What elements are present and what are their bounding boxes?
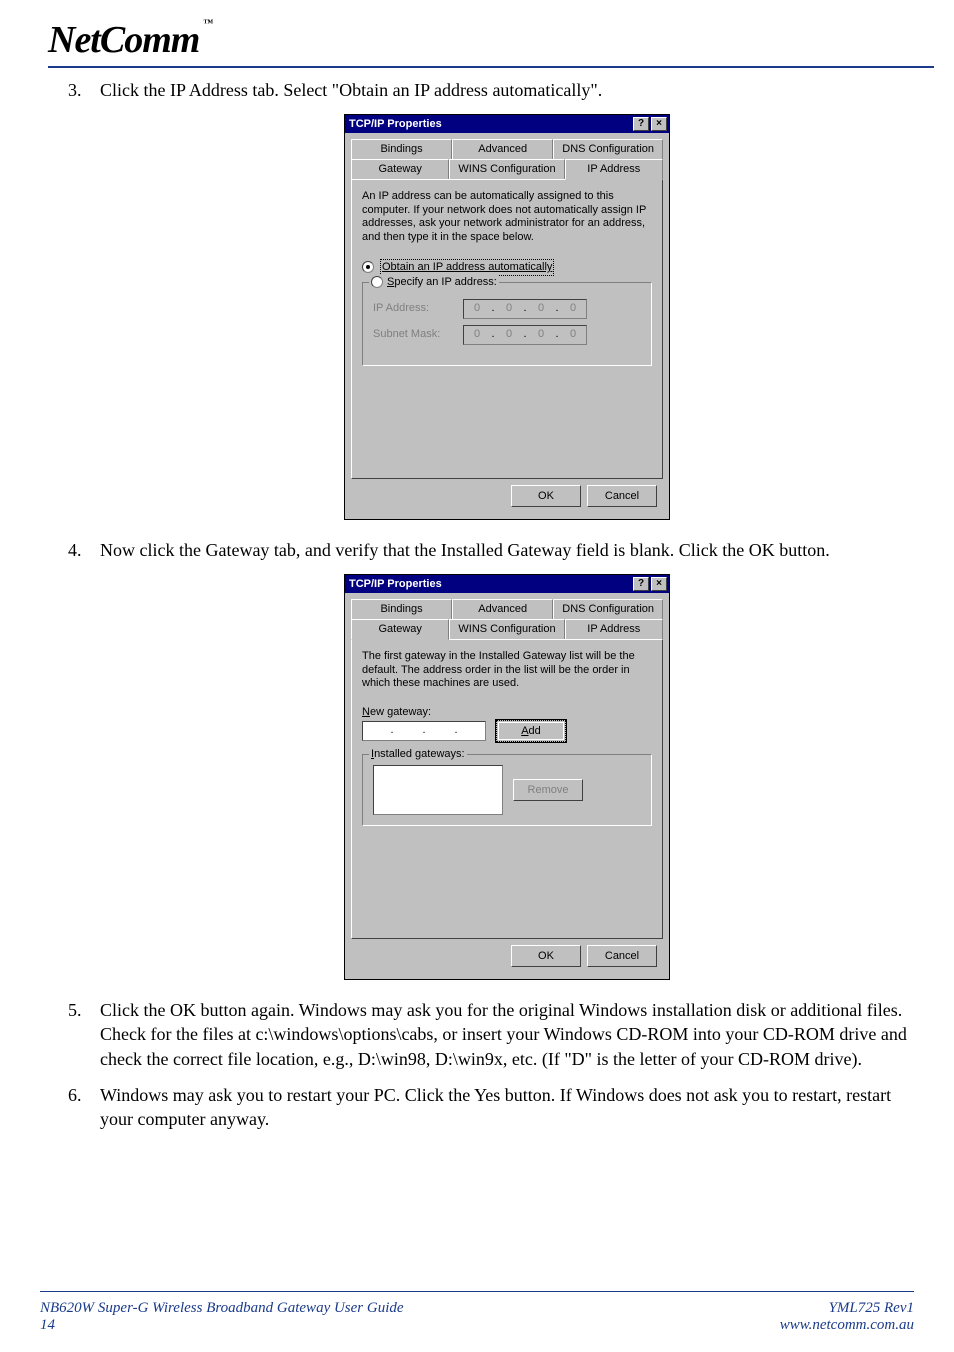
step-5: 5. Click the OK button again. Windows ma…: [100, 998, 914, 1071]
subnet-mask-row: Subnet Mask: 0. 0. 0. 0: [373, 325, 641, 345]
ip-seg[interactable]: [363, 722, 389, 740]
brand-logo: NetComm ™: [48, 18, 212, 62]
tab-ipaddress[interactable]: IP Address: [565, 619, 663, 640]
help-icon[interactable]: ?: [633, 577, 649, 591]
new-gateway-input[interactable]: . . .: [362, 721, 486, 741]
new-gateway-label: New gateway:New gateway:: [362, 705, 652, 720]
header-rule: [48, 66, 934, 68]
installed-gateways-label: Installed gateways:Installed gateways:: [369, 747, 467, 762]
titlebar-buttons: ? ×: [633, 117, 667, 131]
close-icon[interactable]: ×: [651, 117, 667, 131]
step-5-text: Click the OK button again. Windows may a…: [100, 998, 914, 1071]
ip-seg: 0: [464, 326, 490, 344]
content: 3. Click the IP Address tab. Select "Obt…: [0, 78, 954, 1131]
footer-doc-rev: YML725 Rev1: [780, 1300, 914, 1317]
tab-panel-ipaddress: An IP address can be automatically assig…: [351, 179, 663, 479]
radio-specify-ip[interactable]: Specify an IP address: Specify an IP add…: [369, 275, 499, 290]
ok-button[interactable]: OK: [511, 945, 581, 967]
radio-specify-ip-label: Specify an IP address:: [387, 275, 497, 290]
footer-url: www.netcomm.com.au: [780, 1317, 914, 1334]
specify-ip-group: Specify an IP address: Specify an IP add…: [362, 282, 652, 366]
footer-rule: [40, 1291, 914, 1292]
radio-obtain-auto[interactable]: Obtain an IP address automatically: [362, 259, 652, 276]
tab-ipaddress[interactable]: IP Address: [565, 159, 663, 180]
cancel-button[interactable]: Cancel: [587, 485, 657, 507]
ip-seg: 0: [496, 300, 522, 318]
tab-wins[interactable]: WINS Configuration: [449, 619, 564, 640]
installed-gateways-group: Installed gateways:Installed gateways: R…: [362, 754, 652, 826]
tcpip-dialog-gateway: TCP/IP Properties ? × Bindings Advanced …: [344, 574, 670, 980]
ip-seg[interactable]: [427, 722, 453, 740]
step-3-text: Click the IP Address tab. Select "Obtain…: [100, 78, 914, 102]
titlebar-title: TCP/IP Properties: [349, 577, 442, 592]
ip-seg: 0: [560, 300, 586, 318]
tab-advanced[interactable]: Advanced: [452, 599, 553, 619]
step-5-number: 5.: [68, 998, 82, 1022]
ip-seg: 0: [528, 326, 554, 344]
ip-seg[interactable]: [459, 722, 485, 740]
ok-button[interactable]: OK: [511, 485, 581, 507]
dialog-button-row: OK Cancel: [351, 479, 663, 513]
tab-panel-gateway: The first gateway in the Installed Gatew…: [351, 639, 663, 939]
tab-bindings[interactable]: Bindings: [351, 139, 452, 159]
trademark: ™: [203, 18, 212, 29]
tab-dns[interactable]: DNS Configuration: [553, 599, 663, 619]
add-button[interactable]: AddAdd: [496, 720, 566, 742]
titlebar-title: TCP/IP Properties: [349, 117, 442, 132]
header: NetComm ™: [0, 0, 954, 62]
titlebar[interactable]: TCP/IP Properties ? ×: [345, 575, 669, 593]
brand-logo-text: NetComm: [48, 19, 199, 61]
ip-seg: 0: [560, 326, 586, 344]
step-6: 6. Windows may ask you to restart your P…: [100, 1083, 914, 1132]
step-6-number: 6.: [68, 1083, 82, 1107]
step-4-number: 4.: [68, 538, 82, 562]
tab-wins[interactable]: WINS Configuration: [449, 159, 564, 180]
titlebar[interactable]: TCP/IP Properties ? ×: [345, 115, 669, 133]
step-4: 4. Now click the Gateway tab, and verify…: [100, 538, 914, 562]
radio-obtain-auto-label: Obtain an IP address automatically: [380, 259, 554, 276]
footer-right: YML725 Rev1 www.netcomm.com.au: [780, 1300, 914, 1334]
tab-bindings[interactable]: Bindings: [351, 599, 452, 619]
tab-strip: Bindings Advanced DNS Configuration Gate…: [351, 599, 663, 640]
ip-seg: 0: [528, 300, 554, 318]
tab-dns[interactable]: DNS Configuration: [553, 139, 663, 159]
dialog-body: Bindings Advanced DNS Configuration Gate…: [345, 593, 669, 979]
installed-gateways-list[interactable]: [373, 765, 503, 815]
tcpip-dialog-ipaddress: TCP/IP Properties ? × Bindings Advanced …: [344, 114, 670, 520]
tab-gateway[interactable]: Gateway: [351, 619, 449, 640]
footer: NB620W Super-G Wireless Broadband Gatewa…: [40, 1300, 914, 1334]
ip-seg[interactable]: [395, 722, 421, 740]
tab-gateway[interactable]: Gateway: [351, 159, 449, 180]
page-number: 14: [40, 1317, 404, 1334]
help-icon[interactable]: ?: [633, 117, 649, 131]
remove-button: Remove: [513, 779, 583, 801]
gateway-description: The first gateway in the Installed Gatew…: [362, 650, 652, 691]
tab-strip: Bindings Advanced DNS Configuration Gate…: [351, 139, 663, 180]
ipaddress-description: An IP address can be automatically assig…: [362, 190, 652, 245]
step-4-text: Now click the Gateway tab, and verify th…: [100, 538, 914, 562]
dialog-button-row: OK Cancel: [351, 939, 663, 973]
cancel-button[interactable]: Cancel: [587, 945, 657, 967]
ip-address-row: IP Address: 0. 0. 0. 0: [373, 299, 641, 319]
radio-icon[interactable]: [362, 261, 374, 273]
subnet-mask-input: 0. 0. 0. 0: [463, 325, 587, 345]
ip-address-label: IP Address:: [373, 301, 453, 316]
ip-address-input: 0. 0. 0. 0: [463, 299, 587, 319]
subnet-mask-label: Subnet Mask:: [373, 327, 453, 342]
tab-advanced[interactable]: Advanced: [452, 139, 553, 159]
step-3: 3. Click the IP Address tab. Select "Obt…: [100, 78, 914, 102]
new-gateway-section: New gateway:New gateway: . . . AddAdd: [362, 705, 652, 742]
footer-guide-title: NB620W Super-G Wireless Broadband Gatewa…: [40, 1300, 404, 1317]
radio-icon[interactable]: [371, 276, 383, 288]
footer-left: NB620W Super-G Wireless Broadband Gatewa…: [40, 1300, 404, 1334]
dialog-body: Bindings Advanced DNS Configuration Gate…: [345, 133, 669, 519]
ip-seg: 0: [496, 326, 522, 344]
step-6-text: Windows may ask you to restart your PC. …: [100, 1083, 914, 1132]
ip-seg: 0: [464, 300, 490, 318]
step-3-number: 3.: [68, 78, 82, 102]
titlebar-buttons: ? ×: [633, 577, 667, 591]
close-icon[interactable]: ×: [651, 577, 667, 591]
